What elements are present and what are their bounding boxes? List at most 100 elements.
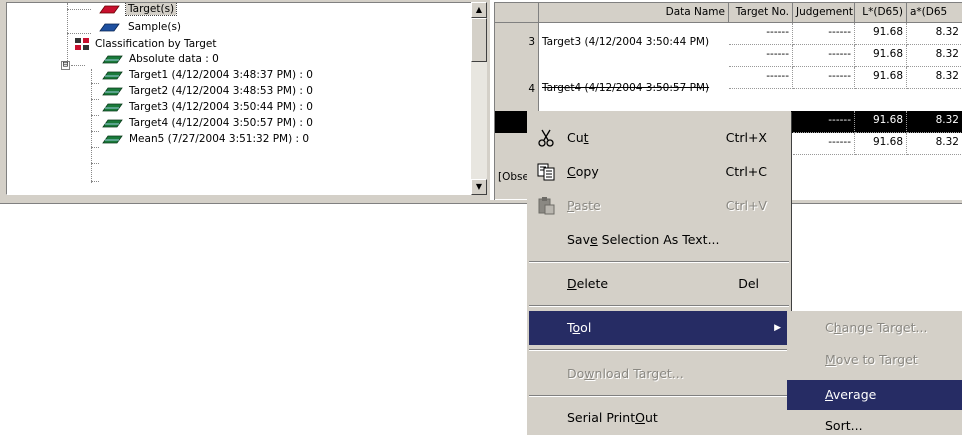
tree-connector: [91, 163, 99, 164]
menu-item-label: Save Selection As Text...: [567, 223, 720, 257]
tree-item-label: Mean5 (7/27/2004 3:51:32 PM) : 0: [129, 133, 310, 145]
submenu-item-sort[interactable]: Sort...: [787, 411, 962, 435]
tree-connector: [67, 33, 91, 34]
tree-item-absolute-data[interactable]: Absolute data : 0: [7, 53, 307, 65]
label-accel: C: [567, 164, 576, 179]
cell-a[interactable]: 8.32: [907, 23, 962, 45]
menu-item-label: Tool: [567, 311, 591, 345]
submenu-item-move-to-target[interactable]: Move to Target: [787, 345, 962, 375]
column-header-a[interactable]: a*(D65: [907, 3, 962, 23]
column-header-target-no[interactable]: Target No.: [729, 3, 793, 23]
tree-item-target1[interactable]: Target1 (4/12/2004 3:48:37 PM) : 0: [7, 69, 313, 81]
cell-data-name[interactable]: Target3 (4/12/2004 3:50:44 PM): [539, 33, 729, 53]
tree-item-samples[interactable]: Sample(s): [7, 21, 307, 33]
cell-a[interactable]: 8.32: [907, 67, 962, 89]
cell-target-no[interactable]: ------: [729, 45, 793, 67]
menu-item-label: Paste: [567, 189, 601, 223]
label-accel: M: [825, 352, 836, 367]
label-part: nload Target...: [594, 366, 684, 381]
row-number[interactable]: 3: [495, 33, 539, 53]
cell-l[interactable]: 91.68: [855, 67, 907, 89]
menu-item-cut[interactable]: Cut Ctrl+X: [529, 121, 789, 155]
menu-item-delete[interactable]: Delete Del: [529, 267, 789, 301]
tree-item-target3[interactable]: Target3 (4/12/2004 3:50:44 PM) : 0: [7, 101, 313, 113]
tree-scrollbar[interactable]: ▲ ▼: [471, 2, 487, 195]
label-part: ove to Target: [835, 352, 918, 367]
tree-connector: [91, 131, 99, 132]
cell-judgement[interactable]: ------: [793, 23, 855, 45]
tree-item-target2[interactable]: Target2 (4/12/2004 3:48:53 PM) : 0: [7, 85, 313, 97]
cell-judgement[interactable]: ------: [793, 67, 855, 89]
menu-separator: [529, 395, 789, 397]
pane-splitter[interactable]: [0, 200, 962, 204]
cell-judgement[interactable]: ------: [793, 133, 855, 155]
menu-item-download-target[interactable]: Download Target...: [529, 357, 789, 391]
menu-item-label: Delete: [567, 267, 608, 301]
cell-l[interactable]: 91.68: [855, 23, 907, 45]
menu-item-copy[interactable]: Copy Ctrl+C: [529, 155, 789, 189]
tree-connector: [91, 83, 99, 84]
tree-item-target4[interactable]: Target4 (4/12/2004 3:50:57 PM) : 0: [7, 117, 313, 129]
label-part: Selection As Text...: [597, 232, 720, 247]
label-part: ol: [580, 320, 592, 335]
tree-item-mean5[interactable]: Mean5 (7/27/2004 3:51:32 PM) : 0: [7, 133, 310, 145]
label-part: ange Target...: [841, 320, 928, 335]
classification-icon: [75, 38, 89, 50]
label-accel: O: [635, 410, 645, 425]
column-header-l[interactable]: L*(D65): [855, 3, 907, 23]
submenu-item-change-target[interactable]: Change Target...: [787, 313, 962, 343]
cell-judgement[interactable]: ------: [793, 111, 855, 133]
tree-connector: [91, 99, 99, 100]
context-menu: Cut Ctrl+X Copy Ctrl+C Paste Ctrl+V Save…: [527, 111, 791, 435]
cell-l[interactable]: 91.68: [855, 133, 907, 155]
target-icon: [99, 5, 120, 14]
tree-item-label: Target3 (4/12/2004 3:50:44 PM) : 0: [129, 101, 313, 113]
label-accel: e: [590, 232, 598, 247]
cell-a[interactable]: 8.32: [907, 111, 962, 133]
cell-target-no[interactable]: ------: [729, 23, 793, 45]
tree-item-targets[interactable]: Target(s): [7, 3, 307, 16]
tree-item-label: Target1 (4/12/2004 3:48:37 PM) : 0: [129, 69, 313, 81]
column-header-data-name[interactable]: Data Name: [539, 3, 729, 23]
data-icon: [102, 87, 123, 96]
menu-item-save-selection[interactable]: Save Selection As Text...: [529, 223, 789, 257]
label-part: Sort: [825, 418, 851, 433]
menu-item-tool[interactable]: Tool ▶: [529, 311, 789, 345]
menu-item-label: Download Target...: [567, 357, 684, 391]
label-part: Serial Print: [567, 410, 636, 425]
label-accel: w: [584, 366, 595, 381]
scroll-down-button[interactable]: ▼: [471, 179, 487, 195]
data-icon: [102, 55, 123, 64]
label-accel: h: [833, 320, 842, 335]
column-header-judgement[interactable]: Judgement: [793, 3, 855, 23]
data-icon: [102, 71, 123, 80]
scroll-up-button[interactable]: ▲: [471, 2, 487, 18]
cell-l[interactable]: 91.68: [855, 111, 907, 133]
cell-l[interactable]: 91.68: [855, 45, 907, 67]
label-accel: D: [567, 276, 577, 291]
cell-a[interactable]: 8.32: [907, 133, 962, 155]
submenu-item-average[interactable]: Average: [787, 380, 962, 410]
menu-item-shortcut: Ctrl+V: [725, 198, 767, 213]
menu-item-label: Serial PrintOut: [567, 401, 658, 435]
row-number[interactable]: 4: [495, 80, 539, 100]
cell-target-no[interactable]: ------: [729, 67, 793, 89]
cell-judgement[interactable]: ------: [793, 45, 855, 67]
scroll-thumb[interactable]: [471, 18, 487, 62]
tree-view[interactable]: ⊟ Target(s) Sample(s) Classification by …: [6, 2, 472, 195]
tree-item-label: Absolute data : 0: [129, 53, 219, 65]
label-part: opy: [575, 164, 599, 179]
menu-item-serial-printout[interactable]: Serial PrintOut: [529, 401, 789, 435]
label-part: Sav: [567, 232, 590, 247]
tree-item-classification[interactable]: Classification by Target: [7, 38, 307, 50]
label-accel: A: [825, 387, 833, 402]
data-icon: [102, 119, 123, 128]
tree-connector: [71, 65, 85, 66]
cell-data-name[interactable]: Target4 (4/12/2004 3:50:57 PM): [539, 79, 729, 99]
data-icon: [102, 103, 123, 112]
paste-icon: [538, 197, 555, 215]
label-accel: t: [583, 130, 589, 145]
sample-icon: [99, 23, 120, 32]
cell-a[interactable]: 8.32: [907, 45, 962, 67]
menu-item-paste[interactable]: Paste Ctrl+V: [529, 189, 789, 223]
